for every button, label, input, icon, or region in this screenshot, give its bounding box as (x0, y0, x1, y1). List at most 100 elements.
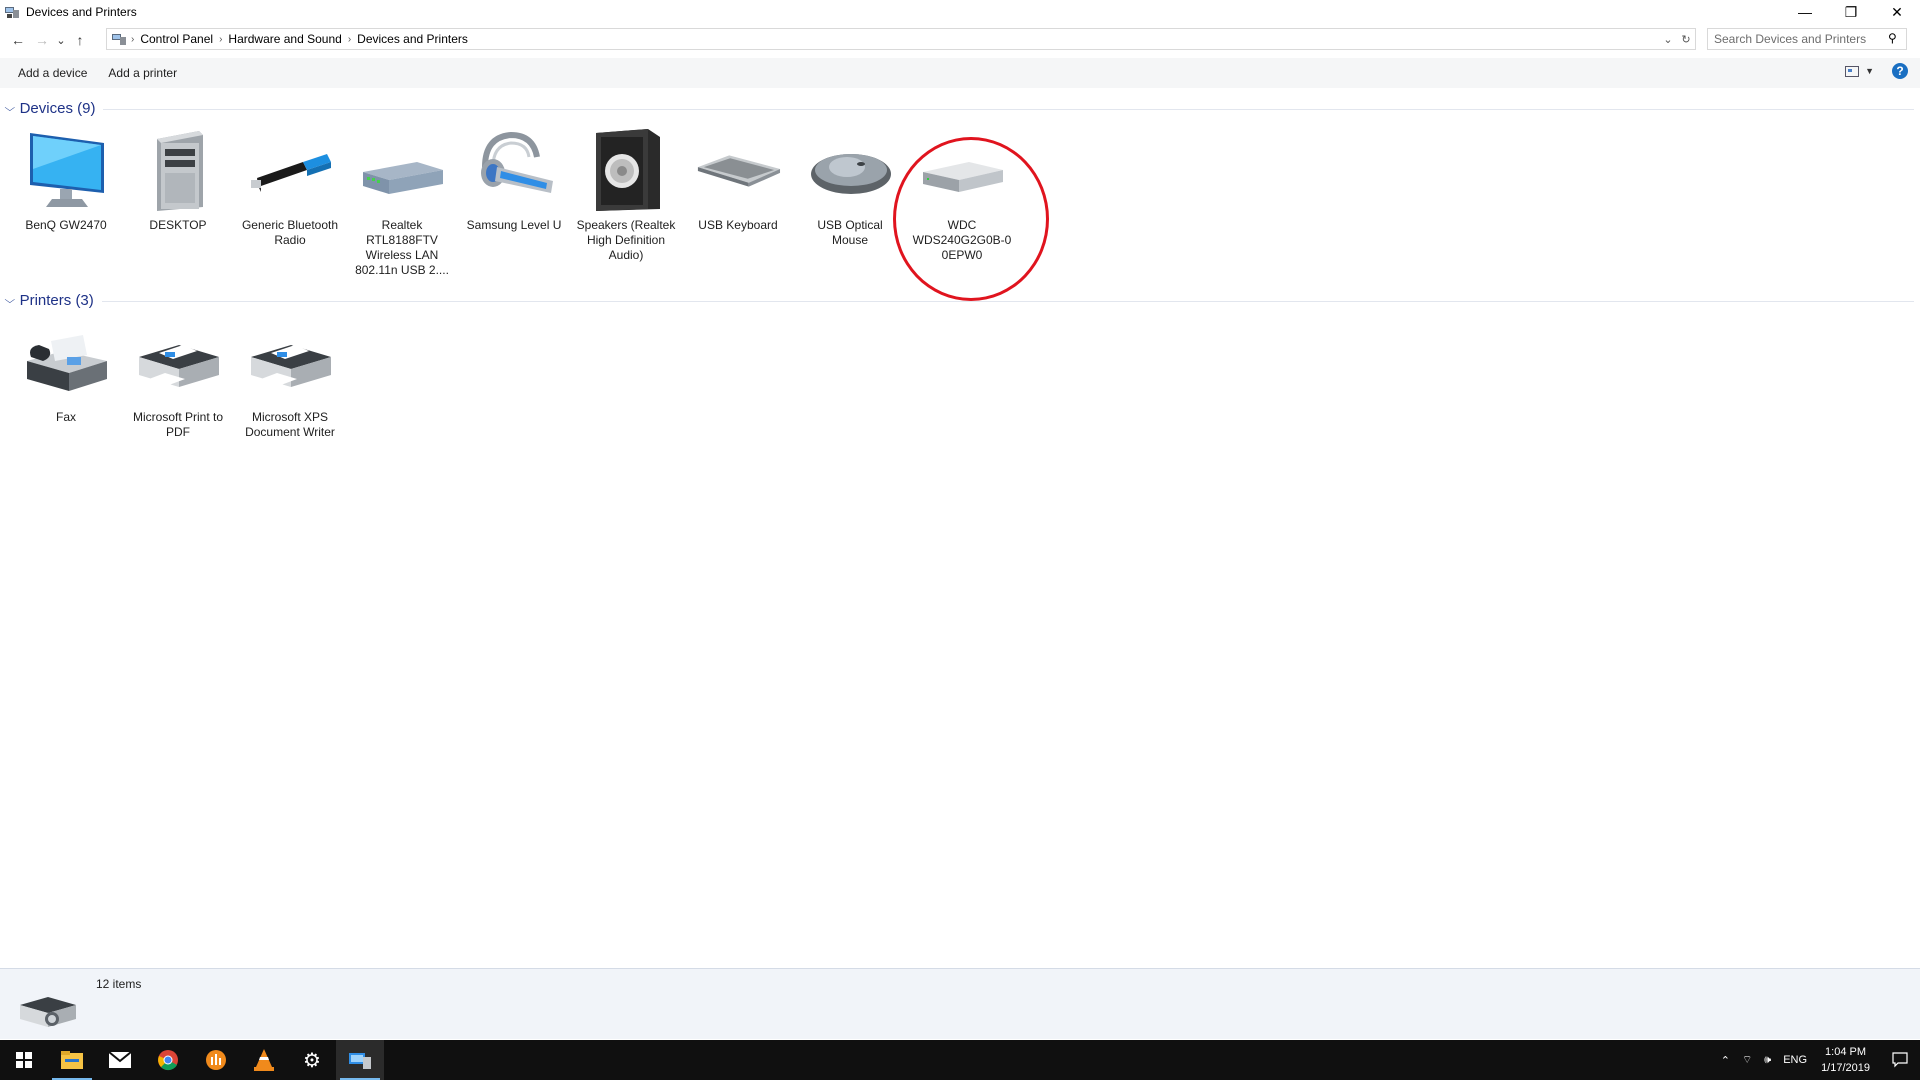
devices-group-title[interactable]: Devices (9) (20, 100, 96, 117)
window-title: Devices and Printers (26, 5, 137, 19)
mouse-icon (811, 154, 891, 194)
device-item-benq-monitor[interactable]: BenQ GW2470 (11, 126, 121, 233)
collapse-chevron-icon[interactable]: ⌵ (4, 295, 15, 306)
device-item-desktop[interactable]: DESKTOP (123, 126, 233, 233)
recent-locations-chevron-icon[interactable]: ⌄ (54, 28, 68, 52)
computer-tower-icon (157, 131, 203, 211)
mail-icon (109, 1052, 131, 1068)
refresh-icon[interactable]: ↻ (1677, 33, 1695, 46)
clock[interactable]: 1:04 PM 1/17/2019 (1821, 1044, 1870, 1076)
up-arrow-icon[interactable]: ↑ (68, 28, 92, 52)
window-controls: — ❐ ✕ (1782, 0, 1920, 24)
restore-button[interactable]: ❐ (1828, 0, 1874, 24)
devices-printers-app-icon (5, 7, 19, 18)
equalizer-app-icon (206, 1050, 226, 1070)
close-button[interactable]: ✕ (1874, 0, 1920, 24)
device-item-usb-keyboard[interactable]: USB Keyboard (683, 126, 793, 233)
device-label: DESKTOP (149, 218, 207, 232)
device-label: BenQ GW2470 (25, 218, 107, 232)
usb-bluetooth-dongle-icon (251, 154, 331, 192)
clock-time: 1:04 PM (1825, 1046, 1867, 1058)
device-label: Speakers (Realtek High Definition Audio) (576, 218, 676, 262)
folder-icon (61, 1051, 83, 1069)
fax-icon (27, 335, 107, 391)
device-item-usb-optical-mouse[interactable]: USB Optical Mouse (795, 126, 905, 248)
file-explorer-taskbar-button[interactable] (48, 1040, 96, 1080)
title-bar: Devices and Printers — ❐ ✕ (0, 0, 1920, 24)
group-divider (103, 108, 1914, 110)
collapse-chevron-icon[interactable]: ⌵ (4, 103, 15, 114)
item-count: 12 items (96, 977, 142, 991)
device-label: Generic Bluetooth Radio (241, 218, 339, 247)
details-pane: 12 items (0, 968, 1920, 1039)
breadcrumb-hardware-and-sound[interactable]: Hardware and Sound (222, 32, 347, 46)
device-label: Samsung Level U (466, 218, 562, 232)
keyboard-icon (697, 155, 781, 187)
printer-item-microsoft-xps-document-writer[interactable]: Microsoft XPS Document Writer (235, 318, 345, 440)
devices-printers-large-icon (20, 997, 76, 1027)
printer-label: Microsoft XPS Document Writer (245, 410, 335, 439)
breadcrumb-control-panel[interactable]: Control Panel (134, 32, 219, 46)
address-bar[interactable]: › Control Panel › Hardware and Sound › D… (106, 28, 1696, 50)
chrome-icon (158, 1050, 178, 1071)
search-icon[interactable]: ⚲ (1888, 31, 1897, 45)
breadcrumb-devices-and-printers[interactable]: Devices and Printers (351, 32, 474, 46)
forward-arrow-icon[interactable]: → (30, 28, 54, 52)
start-button[interactable] (0, 1040, 48, 1080)
vlc-cone-icon (254, 1049, 274, 1071)
show-hidden-icons-chevron-icon[interactable]: ⌃ (1721, 1054, 1730, 1067)
printer-icon (251, 345, 331, 387)
wifi-icon[interactable]: ⌔ (1742, 1053, 1752, 1067)
device-label: USB Optical Mouse (817, 218, 883, 247)
network-adapter-icon (363, 162, 443, 194)
printer-label: Microsoft Print to PDF (132, 410, 224, 439)
audio-app-taskbar-button[interactable] (192, 1040, 240, 1080)
printer-item-fax[interactable]: Fax (11, 318, 121, 425)
group-divider (101, 300, 1914, 302)
gear-icon: ⚙ (303, 1049, 321, 1072)
volume-icon[interactable]: 🕪 (1764, 1054, 1771, 1067)
printer-label: Fax (55, 410, 76, 424)
monitor-icon (30, 133, 104, 207)
change-view-icon[interactable] (1845, 65, 1860, 77)
command-bar: Add a device Add a printer ▼ ? (0, 58, 1920, 88)
device-item-bluetooth-radio[interactable]: Generic Bluetooth Radio (235, 126, 345, 248)
address-dropdown-chevron-icon[interactable]: ⌄ (1659, 33, 1677, 46)
vlc-taskbar-button[interactable] (240, 1040, 288, 1080)
control-panel-icon (349, 1053, 371, 1069)
system-tray: ⌃ ⌔ 🕪 ENG 1:04 PM 1/17/2019 (1715, 1040, 1920, 1080)
device-item-speakers[interactable]: Speakers (Realtek High Definition Audio) (571, 126, 681, 263)
headset-icon (481, 131, 553, 193)
action-center-button[interactable] (1880, 1040, 1920, 1080)
device-item-wireless-lan[interactable]: Realtek RTL8188FTV Wireless LAN 802.11n … (347, 126, 457, 278)
add-device-button[interactable]: Add a device (9, 66, 96, 80)
device-label: USB Keyboard (698, 218, 778, 232)
back-arrow-icon[interactable]: ← (6, 28, 30, 52)
input-language[interactable]: ENG (1783, 1054, 1807, 1066)
address-row: ← → ⌄ ↑ › Control Panel › Hardware and S… (0, 27, 1920, 53)
highlight-circle-annotation (893, 137, 1049, 301)
view-options-dropdown-icon[interactable]: ▼ (1865, 66, 1874, 76)
device-label: Realtek RTL8188FTV Wireless LAN 802.11n … (355, 218, 449, 277)
chrome-taskbar-button[interactable] (144, 1040, 192, 1080)
printers-group-title[interactable]: Printers (3) (20, 292, 94, 309)
minimize-button[interactable]: — (1782, 0, 1828, 24)
clock-date: 1/17/2019 (1821, 1062, 1870, 1074)
add-printer-button[interactable]: Add a printer (99, 66, 186, 80)
taskbar: ⚙ ⌃ ⌔ 🕪 ENG 1:04 PM 1/17/2019 (0, 1040, 1920, 1080)
devices-printers-taskbar-button[interactable] (336, 1040, 384, 1080)
speaker-icon (596, 129, 660, 211)
search-input[interactable]: Search Devices and Printers (1707, 28, 1907, 50)
mail-taskbar-button[interactable] (96, 1040, 144, 1080)
command-bar-right: ▼ ? (1845, 63, 1908, 79)
devices-group-header[interactable]: ⌵ Devices (9) (4, 99, 1914, 117)
printer-icon (139, 345, 219, 387)
control-panel-icon (112, 34, 126, 45)
printers-group-header[interactable]: ⌵ Printers (3) (4, 291, 1914, 309)
settings-taskbar-button[interactable]: ⚙ (288, 1040, 336, 1080)
printer-item-microsoft-print-to-pdf[interactable]: Microsoft Print to PDF (123, 318, 233, 440)
help-icon[interactable]: ? (1892, 63, 1908, 79)
address-actions: ⌄ ↻ (1659, 29, 1695, 49)
device-item-samsung-level-u[interactable]: Samsung Level U (459, 126, 569, 233)
notification-icon (1892, 1052, 1908, 1068)
